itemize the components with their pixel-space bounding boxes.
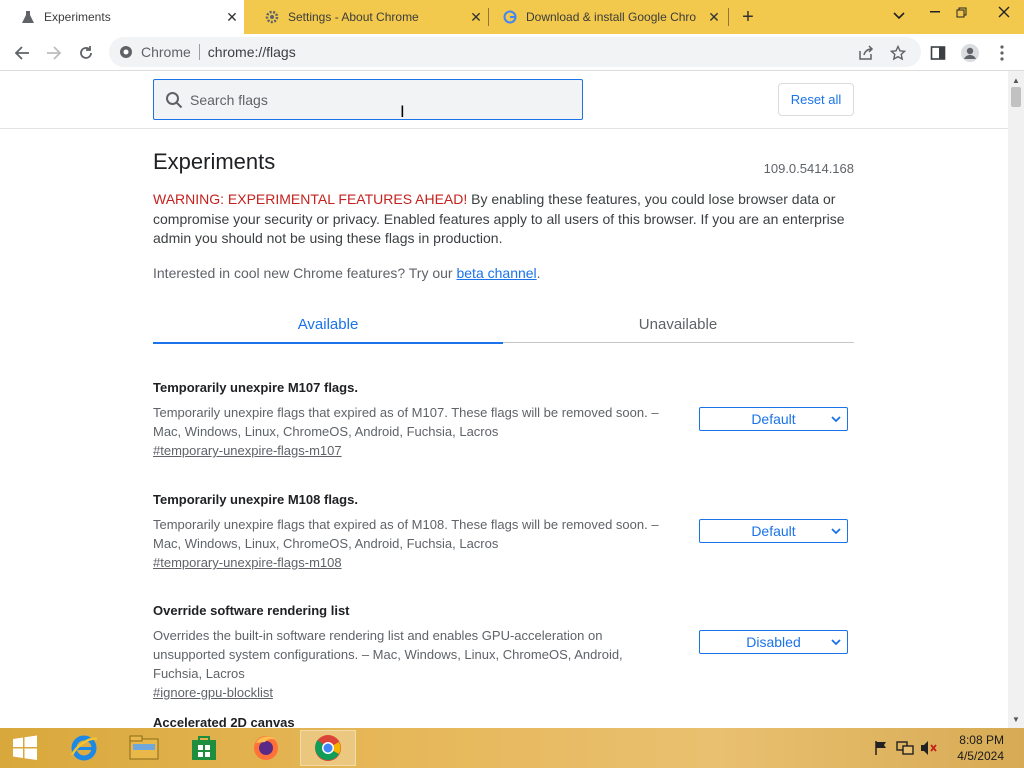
page-scrollbar[interactable]: ▲ ▼ xyxy=(1008,71,1024,728)
text-cursor-icon: I xyxy=(400,102,405,121)
tab-experiments[interactable]: Experiments ✕ xyxy=(0,0,244,34)
clock-time: 8:08 PM xyxy=(959,733,1004,747)
tab-title: Experiments xyxy=(44,10,111,24)
browser-toolbar: Chrome chrome://flags xyxy=(0,34,1024,71)
windows-taskbar: 8:08 PM 4/5/2024 xyxy=(0,728,1024,768)
page-title: Experiments xyxy=(153,149,276,174)
site-label: Chrome xyxy=(141,44,191,60)
close-window-button[interactable] xyxy=(986,0,1022,24)
tab-strip: Experiments ✕ Settings - About Chrome ✕ … xyxy=(0,0,1024,34)
flag-item: Temporarily unexpire M108 flags. Tempora… xyxy=(153,492,853,572)
clock-date: 4/5/2024 xyxy=(957,749,1004,763)
back-button[interactable] xyxy=(8,39,36,67)
flag-anchor-link[interactable]: #ignore-gpu-blocklist xyxy=(153,685,273,700)
new-tab-button[interactable]: + xyxy=(736,5,760,29)
bookmark-star-icon[interactable] xyxy=(884,39,912,67)
flag-state-select[interactable]: Default xyxy=(699,407,848,431)
restore-button[interactable] xyxy=(946,0,976,24)
scroll-thumb[interactable] xyxy=(1011,87,1021,107)
warning-message: WARNING: EXPERIMENTAL FEATURES AHEAD! By… xyxy=(153,190,853,249)
close-icon[interactable]: ✕ xyxy=(706,9,722,25)
forward-button[interactable] xyxy=(40,39,68,67)
flags-tabs: Available Unavailable xyxy=(153,305,854,344)
flag-anchor-link[interactable]: #temporary-unexpire-flags-m107 xyxy=(153,443,342,458)
reset-all-button[interactable]: Reset all xyxy=(778,83,854,116)
system-clock[interactable]: 8:08 PM 4/5/2024 xyxy=(957,732,1004,764)
site-chip[interactable]: Chrome xyxy=(119,44,191,60)
tab-download-chrome[interactable]: Download & install Google Chro ✕ xyxy=(482,0,726,34)
flag-name: Temporarily unexpire M108 flags. xyxy=(153,492,358,507)
search-header: I Reset all xyxy=(0,71,1008,129)
firefox-icon[interactable] xyxy=(238,730,294,766)
store-icon[interactable] xyxy=(176,730,232,766)
warning-heading: WARNING: EXPERIMENTAL FEATURES AHEAD! xyxy=(153,191,468,207)
url-text[interactable]: chrome://flags xyxy=(208,44,296,60)
volume-muted-icon[interactable] xyxy=(920,740,938,756)
chevron-down-icon xyxy=(830,412,842,426)
omnibox-divider xyxy=(198,44,200,60)
flag-description: Overrides the built-in software renderin… xyxy=(153,628,623,681)
start-button[interactable] xyxy=(0,730,50,766)
file-explorer-icon[interactable] xyxy=(116,730,172,766)
flag-description: Temporarily unexpire flags that expired … xyxy=(153,405,659,439)
flag-state-value: Default xyxy=(751,411,796,427)
flag-item: Override software rendering list Overrid… xyxy=(153,603,853,702)
share-icon[interactable] xyxy=(852,39,880,67)
search-flags-input[interactable] xyxy=(190,91,540,108)
chevron-down-icon xyxy=(830,635,842,649)
flag-state-value: Default xyxy=(751,523,796,539)
google-g-icon xyxy=(502,9,518,25)
chevron-down-icon xyxy=(830,524,842,538)
beta-channel-note: Interested in cool new Chrome features? … xyxy=(153,265,541,281)
gear-icon xyxy=(264,9,280,25)
action-center-flag-icon[interactable] xyxy=(872,740,890,756)
tab-search-button[interactable] xyxy=(884,4,914,28)
internet-explorer-icon[interactable] xyxy=(56,730,112,766)
flag-state-value: Disabled xyxy=(746,634,801,650)
flags-page: I Reset all Experiments 109.0.5414.168 W… xyxy=(0,71,1008,728)
flag-name: Accelerated 2D canvas xyxy=(153,715,295,728)
tab-unavailable[interactable]: Unavailable xyxy=(503,305,853,343)
flag-description: Temporarily unexpire flags that expired … xyxy=(153,517,659,551)
tab-settings[interactable]: Settings - About Chrome ✕ xyxy=(244,0,488,34)
menu-kebab-icon[interactable] xyxy=(988,39,1016,67)
flag-item: Accelerated 2D canvas xyxy=(153,715,853,728)
flag-item: Temporarily unexpire M107 flags. Tempora… xyxy=(153,380,853,460)
interest-end: . xyxy=(536,265,541,281)
version-label: 109.0.5414.168 xyxy=(763,161,854,176)
chrome-taskbar-icon[interactable] xyxy=(300,730,356,766)
chrome-icon xyxy=(119,45,133,59)
beta-channel-link[interactable]: beta channel xyxy=(456,265,536,281)
flag-name: Override software rendering list xyxy=(153,603,350,618)
scroll-down-arrow-icon[interactable]: ▼ xyxy=(1008,712,1024,726)
interest-text: Interested in cool new Chrome features? … xyxy=(153,265,457,281)
address-bar[interactable]: Chrome chrome://flags xyxy=(109,37,921,67)
tab-available[interactable]: Available xyxy=(153,305,503,344)
flask-icon xyxy=(20,9,36,25)
tab-divider xyxy=(728,8,729,26)
side-panel-icon[interactable] xyxy=(924,39,952,67)
flag-name: Temporarily unexpire M107 flags. xyxy=(153,380,358,395)
network-icon[interactable] xyxy=(896,740,914,756)
flag-anchor-link[interactable]: #temporary-unexpire-flags-m108 xyxy=(153,555,342,570)
scroll-up-arrow-icon[interactable]: ▲ xyxy=(1008,73,1024,87)
flag-state-select[interactable]: Default xyxy=(699,519,848,543)
tab-title: Download & install Google Chro xyxy=(526,10,697,24)
search-box[interactable] xyxy=(153,79,583,120)
reload-button[interactable] xyxy=(72,39,100,67)
search-icon xyxy=(164,90,184,110)
flag-state-select[interactable]: Disabled xyxy=(699,630,848,654)
windows-logo-icon xyxy=(13,735,37,760)
tab-title: Settings - About Chrome xyxy=(288,10,419,24)
profile-icon[interactable] xyxy=(956,39,984,67)
close-icon[interactable]: ✕ xyxy=(224,9,240,25)
